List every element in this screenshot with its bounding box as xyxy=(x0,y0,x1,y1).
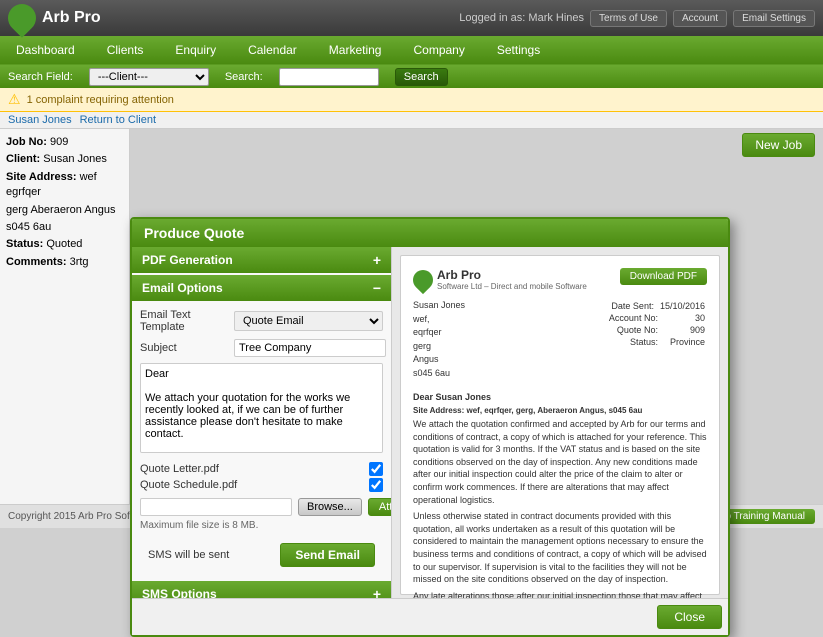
attachments-list: Quote Letter.pdf Quote Schedule.pdf xyxy=(140,462,383,492)
nav-clients[interactable]: Clients xyxy=(99,39,152,61)
search-field-label: Search Field: xyxy=(8,71,73,83)
client-value: Susan Jones xyxy=(43,153,107,165)
sms-options-toggle: + xyxy=(373,586,381,598)
job-no-label: Job No: xyxy=(6,136,47,148)
pdf-logo-leaf-icon xyxy=(409,265,437,293)
attachment-row-2: Quote Schedule.pdf xyxy=(140,478,383,492)
pdf-logo-text: Arb Pro xyxy=(437,268,587,282)
email-settings-button[interactable]: Email Settings xyxy=(733,10,815,27)
nav-marketing[interactable]: Marketing xyxy=(321,39,390,61)
pdf-salutation: Dear Susan Jones xyxy=(413,392,707,402)
site-label: Site Address: xyxy=(6,171,77,183)
email-body-textarea[interactable]: Dear We attach your quotation for the wo… xyxy=(140,363,383,453)
top-bar: Arb Pro Logged in as: Mark Hines Terms o… xyxy=(0,0,823,36)
new-job-area: New Job xyxy=(742,133,815,157)
sms-options-label: SMS Options xyxy=(142,587,217,598)
pdf-date-block: Date Sent:15/10/2016 Account No:30 Quote… xyxy=(607,299,707,386)
close-button[interactable]: Close xyxy=(657,605,722,629)
sub-nav: Search Field: ---Client--- Search: Searc… xyxy=(0,64,823,88)
pdf-toggle-icon: + xyxy=(373,252,381,268)
account-button[interactable]: Account xyxy=(673,10,727,27)
modal-footer: Close xyxy=(132,598,728,635)
attachment-2-name: Quote Schedule.pdf xyxy=(140,479,365,491)
status-value: Quoted xyxy=(46,238,82,250)
comments-label: Comments: xyxy=(6,256,67,268)
status-label: Status: xyxy=(6,238,43,250)
sms-text: SMS will be sent xyxy=(148,549,229,561)
new-job-button[interactable]: New Job xyxy=(742,133,815,157)
job-info: Job No: 909 Client: Susan Jones Site Add… xyxy=(6,135,123,270)
alert-bar: ⚠ 1 complaint requiring attention xyxy=(0,88,823,112)
pdf-logo: Arb Pro Software Ltd – Direct and mobile… xyxy=(413,268,587,291)
pdf-header: Arb Pro Software Ltd – Direct and mobile… xyxy=(413,268,707,291)
comments-value: 3rtg xyxy=(70,256,89,268)
logged-in-label: Logged in as: Mark Hines xyxy=(459,12,584,24)
file-browse-input[interactable] xyxy=(140,498,292,516)
nav-dashboard[interactable]: Dashboard xyxy=(8,39,83,61)
nav-company[interactable]: Company xyxy=(405,39,472,61)
email-toggle-icon: − xyxy=(373,280,381,296)
pdf-preview: Arb Pro Software Ltd – Direct and mobile… xyxy=(400,255,720,595)
return-to-client-link[interactable]: Return to Client xyxy=(80,114,156,126)
browse-attach-row: Browse... Attach xyxy=(140,498,383,516)
email-options-label: Email Options xyxy=(142,281,223,295)
search-button[interactable]: Search xyxy=(395,68,448,86)
nav-calendar[interactable]: Calendar xyxy=(240,39,305,61)
left-sidebar: Job No: 909 Client: Susan Jones Site Add… xyxy=(0,129,130,519)
attachment-2-checkbox[interactable] xyxy=(369,478,383,492)
email-options-body: Email Text Template Quote Email Subject … xyxy=(132,301,391,581)
browse-button[interactable]: Browse... xyxy=(298,498,362,516)
postcode-value: s045 6au xyxy=(6,220,123,235)
top-right: Logged in as: Mark Hines Terms of Use Ac… xyxy=(459,10,815,27)
client-search-select[interactable]: ---Client--- xyxy=(89,68,209,86)
subject-row: Subject xyxy=(140,339,383,357)
nav-bar: Dashboard Clients Enquiry Calendar Marke… xyxy=(0,36,823,64)
pdf-address: Susan Jones wef, eqrfqer gerg Angus s045… xyxy=(413,299,465,380)
pdf-site-address: Site Address: wef, eqrfqer, gerg, Aberae… xyxy=(413,406,707,415)
email-options-header[interactable]: Email Options − xyxy=(132,275,391,301)
modal-right-panel: Arb Pro Software Ltd – Direct and mobile… xyxy=(392,247,728,598)
email-template-select[interactable]: Quote Email xyxy=(234,311,383,331)
logo-text: Arb Pro xyxy=(42,9,101,27)
modal-overlay: Produce Quote PDF Generation + Email Opt… xyxy=(130,217,730,637)
download-pdf-button[interactable]: Download PDF xyxy=(620,268,707,285)
sms-options-header[interactable]: SMS Options + xyxy=(132,581,391,598)
pdf-body-para1: We attach the quotation confirmed and ac… xyxy=(413,418,707,506)
modal-title: Produce Quote xyxy=(132,219,728,247)
pdf-logo-sub: Software Ltd – Direct and mobile Softwar… xyxy=(437,282,587,291)
alert-icon: ⚠ xyxy=(8,91,21,108)
modal-body: PDF Generation + Email Options − Email T… xyxy=(132,247,728,598)
modal-left-panel: PDF Generation + Email Options − Email T… xyxy=(132,247,392,598)
send-email-button[interactable]: Send Email xyxy=(280,543,375,567)
search-input[interactable] xyxy=(279,68,379,86)
attachment-1-name: Quote Letter.pdf xyxy=(140,463,365,475)
search-label: Search: xyxy=(225,71,263,83)
client-label: Client: xyxy=(6,153,40,165)
subject-label: Subject xyxy=(140,342,230,354)
nav-settings[interactable]: Settings xyxy=(489,39,548,61)
nav-enquiry[interactable]: Enquiry xyxy=(167,39,224,61)
attachment-row-1: Quote Letter.pdf xyxy=(140,462,383,476)
client-name-link[interactable]: Susan Jones xyxy=(8,114,72,126)
area-value: gerg Aberaeron Angus xyxy=(6,203,123,218)
logo-area: Arb Pro xyxy=(8,4,101,32)
template-row: Email Text Template Quote Email xyxy=(140,309,383,333)
logo-leaf-icon xyxy=(2,0,42,38)
max-size-text: Maximum file size is 8 MB. xyxy=(140,520,383,531)
attachment-1-checkbox[interactable] xyxy=(369,462,383,476)
sms-row: SMS will be sent Send Email xyxy=(140,537,383,573)
terms-button[interactable]: Terms of Use xyxy=(590,10,667,27)
subject-input[interactable] xyxy=(234,339,386,357)
job-no-value: 909 xyxy=(50,136,68,148)
attach-button[interactable]: Attach xyxy=(368,498,392,516)
alert-text: 1 complaint requiring attention xyxy=(27,94,174,106)
pdf-generation-label: PDF Generation xyxy=(142,253,233,267)
template-label: Email Text Template xyxy=(140,309,230,333)
pdf-body-para2: Unless otherwise stated in contract docu… xyxy=(413,510,707,586)
breadcrumb: Susan Jones Return to Client xyxy=(0,112,823,129)
pdf-body-para3: Any late alterations those after our ini… xyxy=(413,590,707,598)
pdf-generation-header[interactable]: PDF Generation + xyxy=(132,247,391,273)
